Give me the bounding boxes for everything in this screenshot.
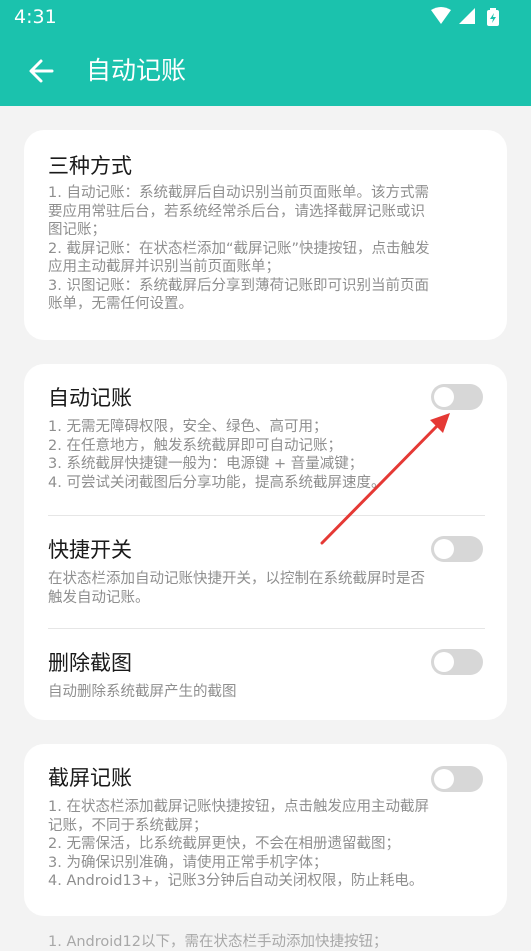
intro-line: 图记账；	[48, 222, 106, 238]
toggle-knob	[434, 652, 454, 672]
battery-charging-icon	[487, 8, 499, 26]
auto-record-description: 1. 无需无障碍权限，安全、绿色、高可用； 2. 在任意地方，触发系统截屏即可自…	[48, 418, 486, 492]
toggle-knob	[434, 539, 454, 559]
shortcut-line: 触发自动记账。	[48, 589, 150, 606]
screenshot-line: 4. Android13+，记账3分钟后自动关闭权限，防止耗电。	[48, 873, 424, 889]
screenshot-record-description: 1. 在状态栏添加截屏记账快捷按钮，点击触发应用主动截屏 记账，不同于系统截屏；…	[48, 798, 486, 891]
signal-icon	[459, 8, 475, 24]
auto-line: 1. 无需无障碍权限，安全、绿色、高可用；	[48, 419, 328, 435]
footer-note: 1. Android12以下，需在状态栏手动添加快捷按钮；	[48, 934, 388, 950]
screenshot-line: 2. 无需保活，比系统截屏更快，不会在相册遗留截图；	[48, 836, 400, 852]
back-button[interactable]	[24, 54, 58, 88]
screenshot-line: 3. 为确保识别准确，请使用正常手机字体；	[48, 854, 328, 871]
shortcut-switch-title: 快捷开关	[48, 538, 132, 562]
delete-screenshot-title: 删除截图	[48, 651, 132, 675]
intro-line: 要应用常驻后台，若系统经常杀后台，请选择截屏记账或识	[48, 203, 425, 220]
intro-line: 1. 自动记账：系统截屏后自动识别当前页面账单。该方式需	[48, 185, 429, 201]
app-bar: 4:31 自动记账	[0, 0, 531, 106]
intro-card: 三种方式 1. 自动记账：系统截屏后自动识别当前页面账单。该方式需 要应用常驻后…	[24, 130, 507, 340]
shortcut-line: 在状态栏添加自动记账快捷开关，以控制在系统截屏时是否	[48, 571, 425, 587]
screenshot-record-toggle[interactable]	[431, 766, 483, 792]
auto-settings-card: 自动记账 1. 无需无障碍权限，安全、绿色、高可用； 2. 在任意地方，触发系统…	[24, 364, 507, 720]
arrow-left-icon	[29, 59, 54, 83]
toggle-knob	[434, 387, 454, 407]
screenshot-record-title: 截屏记账	[48, 766, 132, 790]
intro-line: 账单，无需任何设置。	[48, 296, 193, 312]
screenshot-record-card: 截屏记账 1. 在状态栏添加截屏记账快捷按钮，点击触发应用主动截屏 记账，不同于…	[24, 744, 507, 916]
wifi-icon	[431, 7, 451, 24]
toggle-knob	[434, 769, 454, 789]
status-time: 4:31	[14, 6, 57, 28]
shortcut-switch-toggle[interactable]	[431, 536, 483, 562]
page-title: 自动记账	[86, 56, 187, 85]
intro-description: 1. 自动记账：系统截屏后自动识别当前页面账单。该方式需 要应用常驻后台，若系统…	[48, 184, 486, 314]
screenshot-line: 记账，不同于系统截屏；	[48, 817, 208, 834]
auto-record-toggle[interactable]	[431, 384, 483, 410]
intro-line: 3. 识图记账：系统截屏后分享到薄荷记账即可识别当前页面	[48, 277, 429, 294]
auto-line: 2. 在任意地方，触发系统截屏即可自动记账；	[48, 437, 342, 454]
delete-line: 自动删除系统截屏产生的截图	[48, 684, 237, 700]
status-icons	[429, 7, 517, 27]
shortcut-switch-description: 在状态栏添加自动记账快捷开关，以控制在系统截屏时是否 触发自动记账。	[48, 570, 486, 607]
auto-line: 3. 系统截屏快捷键一般为：电源键 + 音量减键；	[48, 456, 364, 472]
delete-screenshot-toggle[interactable]	[431, 649, 483, 675]
auto-line: 4. 可尝试关闭截图后分享功能，提高系统截屏速度。	[48, 474, 386, 491]
screenshot-line: 1. 在状态栏添加截屏记账快捷按钮，点击触发应用主动截屏	[48, 799, 429, 815]
intro-title: 三种方式	[48, 154, 132, 178]
auto-record-title: 自动记账	[48, 386, 132, 410]
delete-screenshot-description: 自动删除系统截屏产生的截图	[48, 683, 486, 702]
divider	[48, 628, 485, 629]
divider	[48, 515, 485, 516]
intro-line: 2. 截屏记账：在状态栏添加“截屏记账”快捷按钮，点击触发	[48, 240, 430, 257]
intro-line: 应用主动截屏并识别当前页面账单；	[48, 259, 280, 275]
